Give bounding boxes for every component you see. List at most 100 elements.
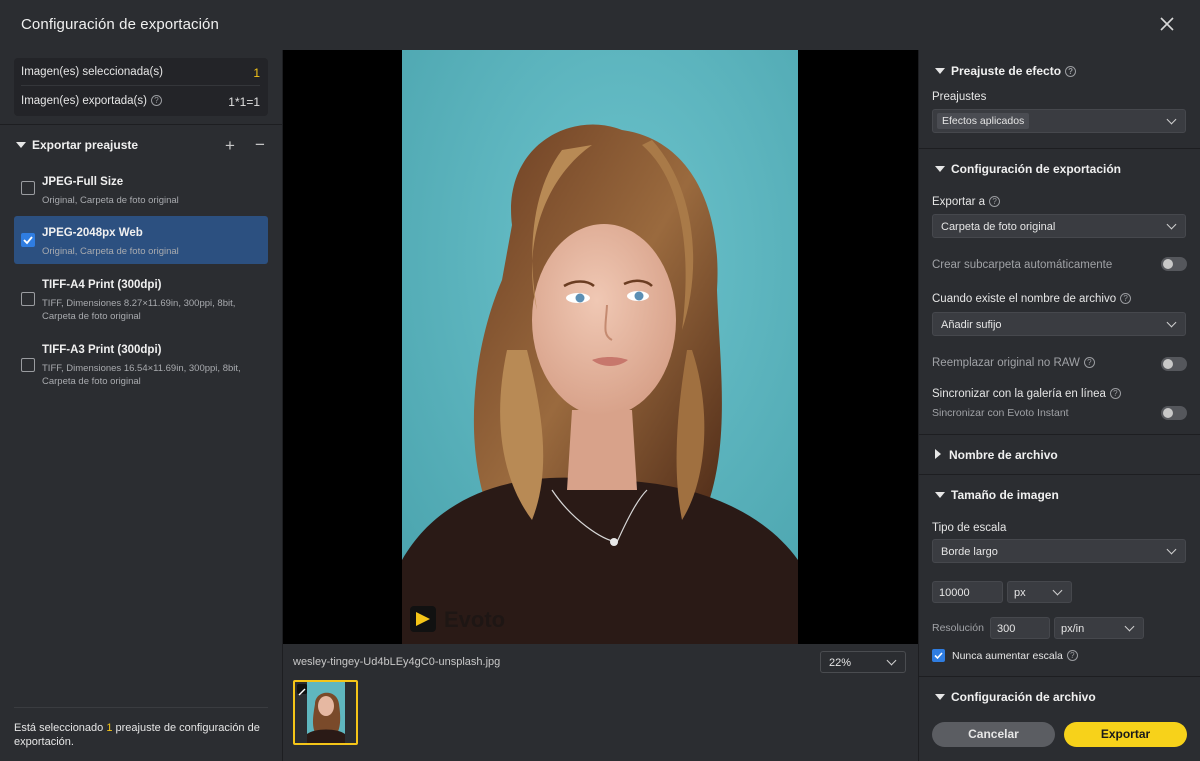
preview-photo: Evoto: [402, 50, 798, 644]
effect-preset-select[interactable]: Efectos aplicados: [932, 109, 1186, 133]
thumbnail[interactable]: [293, 680, 358, 745]
help-icon[interactable]: ?: [1109, 388, 1121, 399]
size-input[interactable]: 10000: [932, 581, 1003, 603]
add-preset-button[interactable]: +: [225, 136, 235, 156]
export-preset-header[interactable]: Exportar preajuste: [16, 138, 138, 152]
selected-images-value: 1: [253, 66, 260, 80]
preset-item-jpeg-full-size[interactable]: JPEG-Full Size Original, Carpeta de foto…: [14, 170, 268, 216]
preset-item-tiff-a4-print[interactable]: TIFF-A4 Print (300dpi) TIFF, Dimensiones…: [14, 272, 268, 332]
filename-exists-value: Añadir sufijo: [941, 319, 1002, 331]
sync-gallery-toggle[interactable]: [1161, 406, 1187, 420]
preset-checkbox-checked[interactable]: [21, 233, 35, 247]
preset-name: TIFF-A4 Print (300dpi): [42, 279, 162, 291]
chevron-down-icon: [1052, 585, 1063, 596]
resolution-label: Resolución: [932, 622, 984, 634]
replace-original-label: Reemplazar original no RAW: [932, 357, 1080, 369]
scale-type-value: Borde largo: [941, 546, 998, 558]
export-to-label: Exportar a: [932, 196, 986, 208]
selected-images-row: Imagen(es) seleccionada(s) 1: [21, 58, 260, 86]
edit-badge-icon: [297, 684, 307, 696]
divider: [919, 434, 1200, 435]
preset-name: TIFF-A3 Print (300dpi): [42, 344, 162, 356]
help-icon[interactable]: ?: [1083, 357, 1095, 368]
exported-images-row: Imagen(es) exportada(s)? 1*1=1: [21, 87, 260, 115]
collapse-triangle-icon: [935, 694, 945, 700]
left-panel: Imagen(es) seleccionada(s) 1 Imagen(es) …: [0, 50, 283, 761]
selected-images-label: Imagen(es) seleccionada(s): [21, 66, 163, 78]
preset-item-jpeg-2048px-web[interactable]: JPEG-2048px Web Original, Carpeta de fot…: [14, 216, 268, 264]
preset-description: TIFF, Dimensiones 16.54×11.69in, 300ppi,…: [42, 363, 241, 387]
never-upscale-label: Nunca aumentar escala: [952, 650, 1063, 662]
resolution-input[interactable]: 300: [990, 617, 1050, 639]
preset-name: JPEG-2048px Web: [42, 227, 143, 239]
chevron-down-icon: [1124, 621, 1135, 632]
applied-effects-tag: Efectos aplicados: [937, 113, 1030, 129]
close-icon[interactable]: [1158, 15, 1176, 33]
sync-gallery-label: Sincronizar con la galería en línea: [932, 388, 1106, 400]
chevron-down-icon: [886, 655, 897, 666]
check-icon: [934, 652, 943, 660]
export-preset-title: Exportar preajuste: [32, 138, 139, 152]
image-filename: wesley-tingey-Ud4bLEy4gC0-unsplash.jpg: [293, 656, 501, 668]
sync-evoto-instant-label: Sincronizar con Evoto Instant: [932, 407, 1069, 419]
divider: [14, 707, 268, 708]
right-panel: Preajuste de efecto? Preajustes Efectos …: [918, 50, 1200, 761]
scale-type-label: Tipo de escala: [932, 522, 1007, 534]
check-icon: [22, 235, 33, 244]
preset-description: Original, Carpeta de foto original: [42, 195, 179, 206]
image-viewer[interactable]: Evoto: [283, 50, 918, 644]
export-config-header[interactable]: Configuración de exportación: [935, 162, 1121, 176]
zoom-value: 22%: [829, 657, 852, 669]
preset-item-tiff-a3-print[interactable]: TIFF-A3 Print (300dpi) TIFF, Dimensiones…: [14, 338, 268, 398]
collapse-triangle-icon: [935, 68, 945, 74]
help-icon[interactable]: ?: [1066, 650, 1078, 661]
resolution-unit-select[interactable]: px/in: [1054, 617, 1144, 639]
presets-label: Preajustes: [932, 91, 987, 103]
preset-checkbox[interactable]: [21, 181, 35, 195]
chevron-down-icon: [1166, 317, 1177, 328]
never-upscale-checkbox[interactable]: [932, 649, 945, 662]
portrait-image: Evoto: [402, 50, 798, 644]
export-button[interactable]: Exportar: [1064, 722, 1187, 747]
collapse-triangle-icon: [16, 142, 26, 148]
effect-preset-header[interactable]: Preajuste de efecto?: [935, 64, 1077, 78]
replace-original-toggle[interactable]: [1161, 357, 1187, 371]
auto-subfolder-label: Crear subcarpeta automáticamente: [932, 259, 1113, 271]
evoto-watermark: Evoto: [444, 607, 505, 632]
file-config-header[interactable]: Configuración de archivo: [935, 690, 1096, 704]
preview-area: Evoto wesley-tingey-Ud4bLEy4gC0-unsplash…: [283, 50, 918, 761]
preset-name: JPEG-Full Size: [42, 176, 124, 188]
remove-preset-button[interactable]: −: [255, 135, 265, 155]
selected-preset-summary: Está seleccionado 1 preajuste de configu…: [14, 722, 260, 748]
help-icon[interactable]: ?: [1120, 293, 1132, 304]
filename-exists-label: Cuando existe el nombre de archivo: [932, 293, 1117, 305]
cancel-button[interactable]: Cancelar: [932, 722, 1055, 747]
collapse-triangle-icon: [935, 492, 945, 498]
divider: [0, 124, 283, 125]
chevron-down-icon: [1166, 114, 1177, 125]
exported-images-value: 1*1=1: [228, 95, 260, 109]
filename-exists-select[interactable]: Añadir sufijo: [932, 312, 1186, 336]
preset-description: Original, Carpeta de foto original: [42, 246, 179, 257]
help-icon[interactable]: ?: [150, 95, 162, 106]
export-to-value: Carpeta de foto original: [941, 221, 1056, 233]
zoom-dropdown[interactable]: 22%: [820, 651, 906, 673]
title-bar: Configuración de exportación: [0, 0, 1200, 50]
filename-section-header[interactable]: Nombre de archivo: [935, 448, 1058, 462]
window-title: Configuración de exportación: [21, 16, 219, 33]
collapse-triangle-icon: [935, 166, 945, 172]
auto-subfolder-toggle[interactable]: [1161, 257, 1187, 271]
help-icon[interactable]: ?: [1065, 66, 1077, 77]
scale-type-select[interactable]: Borde largo: [932, 539, 1186, 563]
image-size-header[interactable]: Tamaño de imagen: [935, 488, 1059, 502]
preset-checkbox[interactable]: [21, 292, 35, 306]
preset-checkbox[interactable]: [21, 358, 35, 372]
chevron-down-icon: [1166, 219, 1177, 230]
help-icon[interactable]: ?: [989, 196, 1001, 207]
export-stats: Imagen(es) seleccionada(s) 1 Imagen(es) …: [14, 58, 268, 116]
divider: [919, 148, 1200, 149]
export-to-select[interactable]: Carpeta de foto original: [932, 214, 1186, 238]
chevron-down-icon: [1166, 544, 1177, 555]
size-unit-select[interactable]: px: [1007, 581, 1072, 603]
divider: [919, 474, 1200, 475]
